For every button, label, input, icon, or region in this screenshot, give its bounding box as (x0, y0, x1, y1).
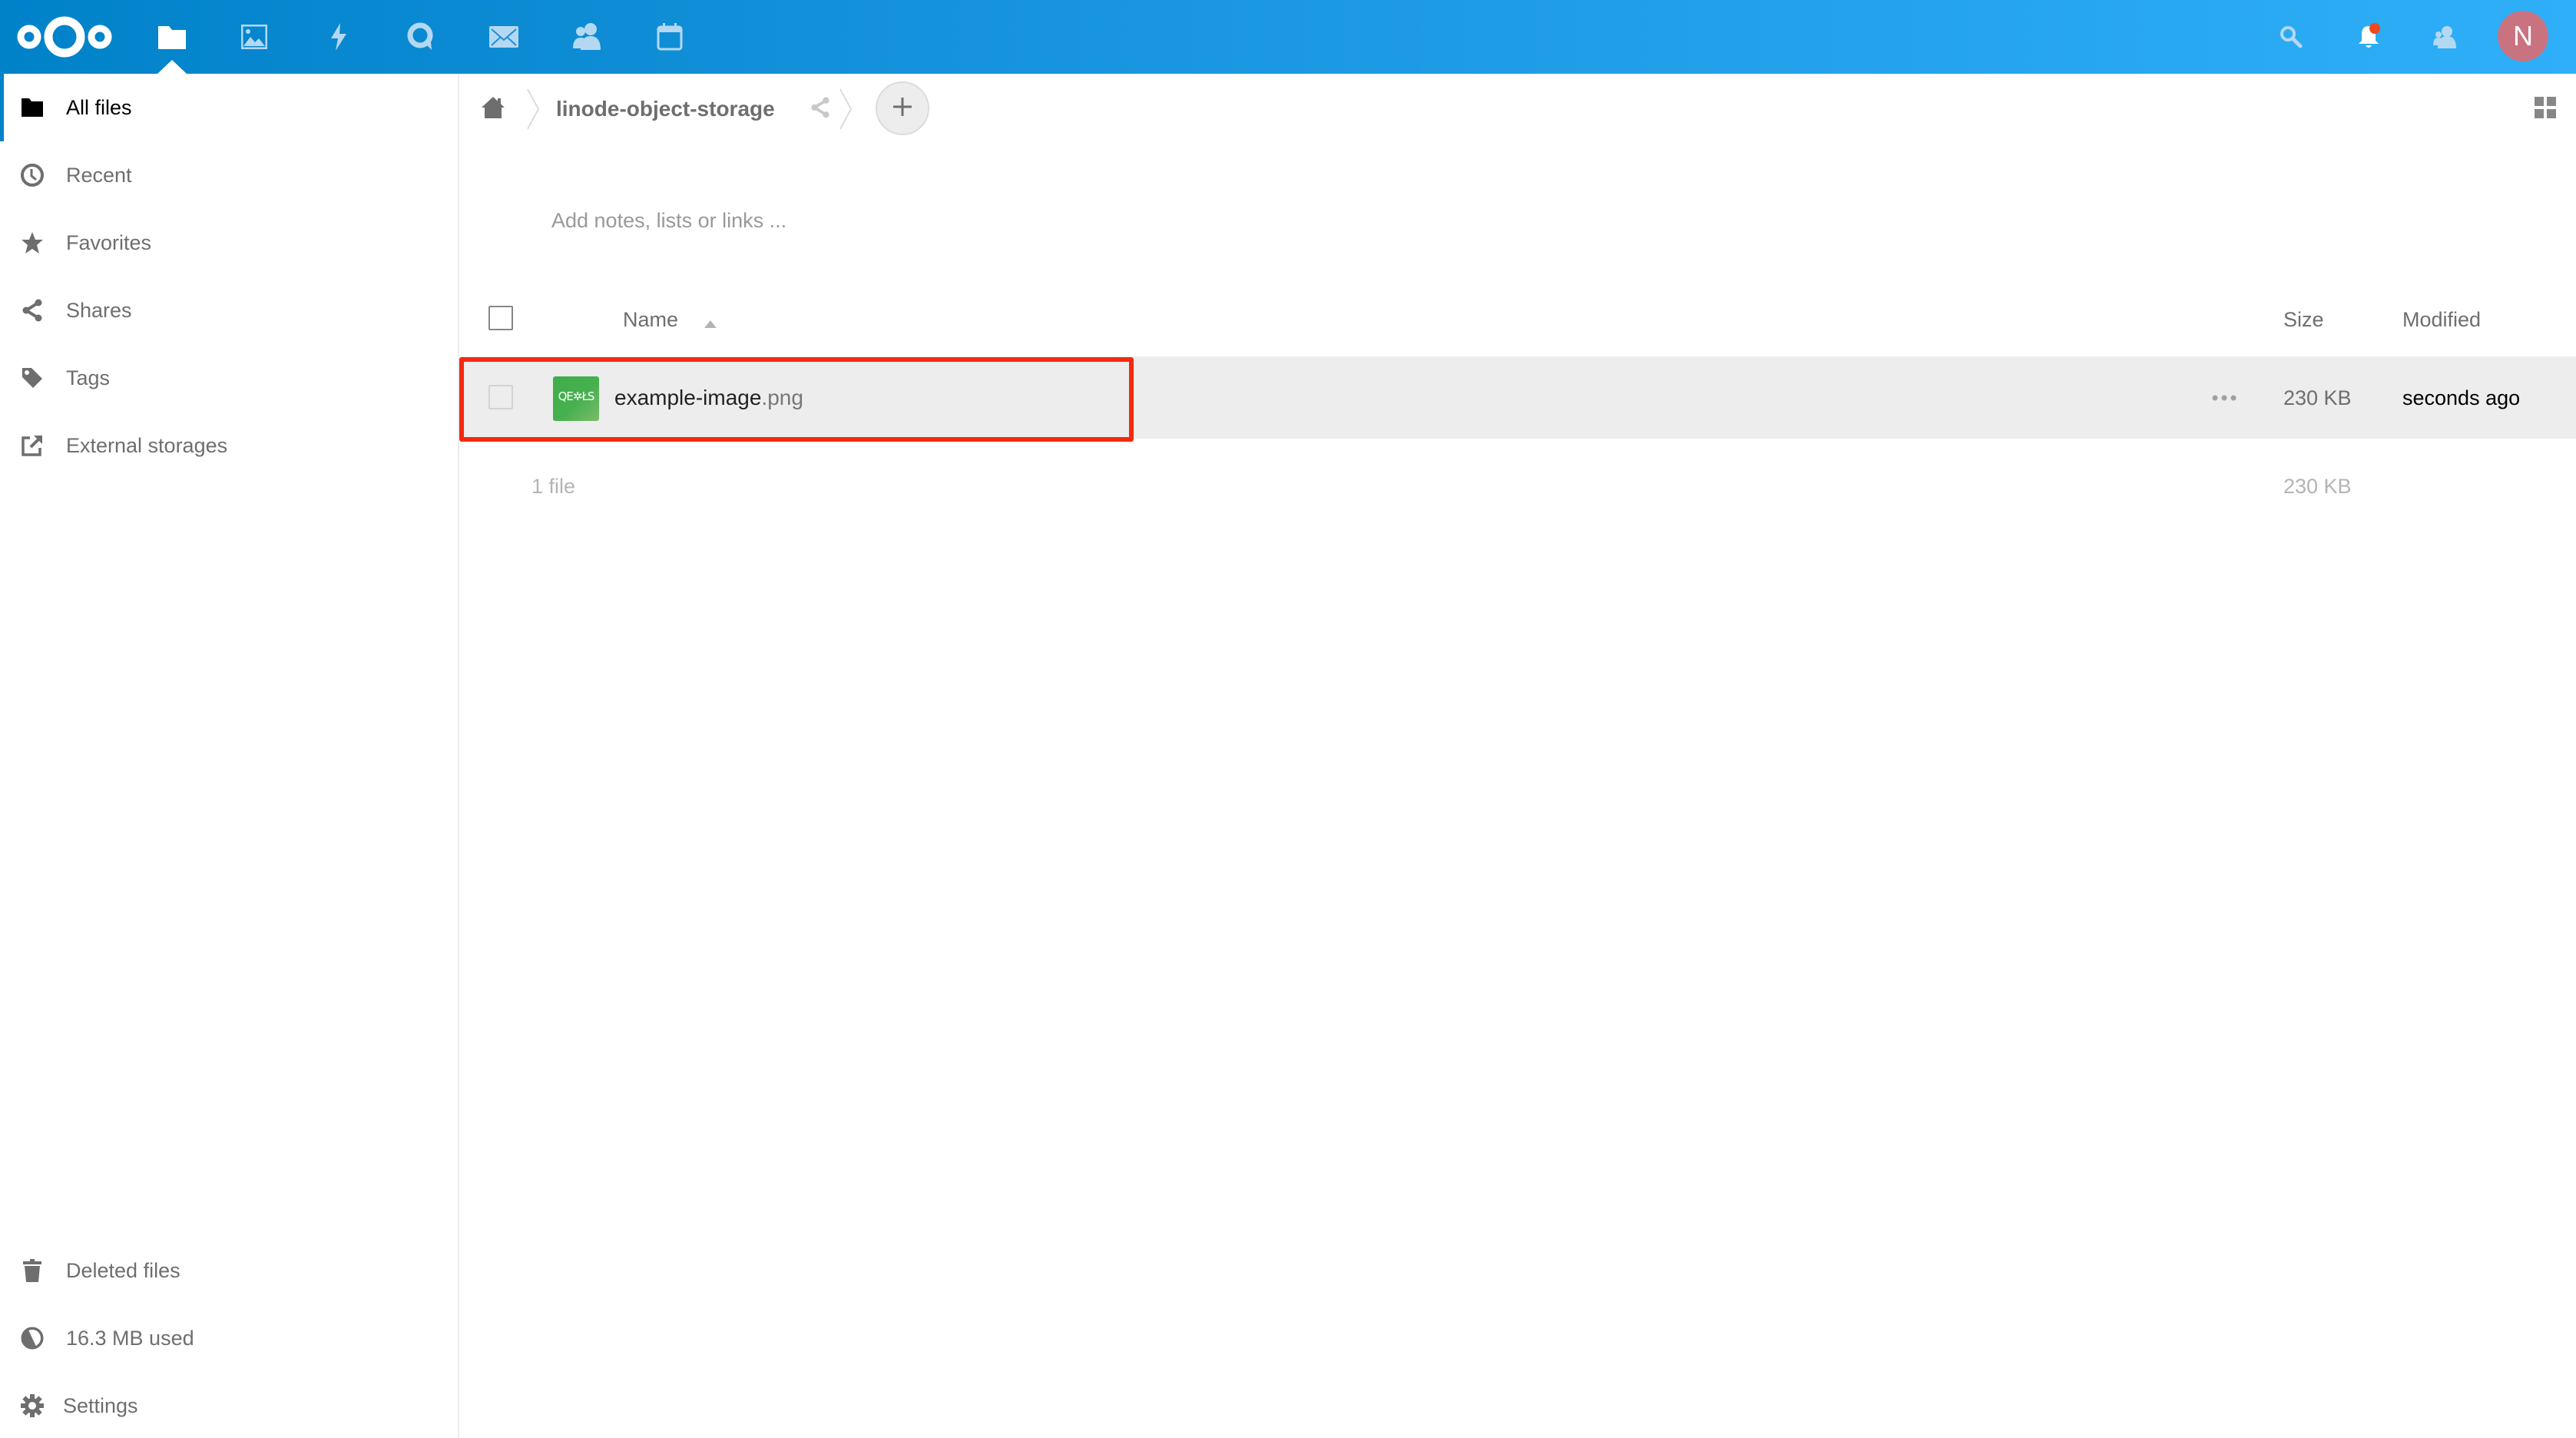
file-actions-menu[interactable] (2207, 384, 2241, 412)
sidebar-item-label: External storages (66, 433, 228, 457)
breadcrumb-share-button[interactable] (806, 95, 834, 123)
pie-chart-icon (18, 1324, 46, 1352)
app-mail[interactable] (469, 0, 538, 74)
plus-icon (892, 96, 913, 121)
grid-view-toggle[interactable] (2530, 94, 2561, 124)
sidebar-quota[interactable]: 16.3 MB used (0, 1304, 458, 1372)
main-content: linode-object-storage Add notes, lists o… (459, 74, 2576, 1438)
top-header: N (0, 0, 2576, 74)
file-name[interactable]: example-image.png (614, 384, 803, 412)
file-extension: .png (761, 386, 803, 409)
talk-icon (407, 22, 435, 51)
search-icon (2280, 25, 2303, 48)
sidebar-item-deleted-files[interactable]: Deleted files (0, 1237, 458, 1304)
sidebar-item-external-storages[interactable]: External storages (0, 412, 458, 479)
sidebar-item-all-files[interactable]: All files (0, 74, 458, 141)
file-row[interactable]: QE✲ŁS example-image.png 230 KB seconds a… (459, 356, 2576, 439)
column-header-name[interactable]: Name (623, 306, 717, 335)
breadcrumb-home[interactable] (478, 94, 508, 124)
image-icon (241, 25, 267, 49)
sidebar-item-label: All files (66, 95, 132, 119)
sidebar-item-label: Tags (66, 366, 111, 389)
star-icon (18, 229, 46, 257)
calendar-icon (657, 23, 683, 51)
contacts-icon (2433, 25, 2458, 48)
nextcloud-logo[interactable] (15, 0, 114, 74)
select-all-checkbox[interactable] (488, 306, 513, 330)
notification-badge (2369, 23, 2380, 34)
app-contacts[interactable] (552, 0, 621, 74)
sort-ascending-icon (704, 307, 717, 335)
column-name-label: Name (623, 308, 679, 331)
thumbnail-text: QE✲ŁS (558, 389, 595, 403)
total-size-summary: 230 KB (2283, 475, 2352, 498)
column-header-modified[interactable]: Modified (2402, 306, 2481, 333)
breadcrumb-separator (839, 88, 853, 130)
tag-icon (18, 364, 46, 392)
sidebar-item-label: Recent (66, 163, 132, 187)
app-activity[interactable] (304, 0, 373, 74)
file-thumbnail[interactable]: QE✲ŁS (553, 376, 599, 421)
sidebar-item-settings[interactable]: Settings (0, 1372, 458, 1438)
sidebar: All files Recent Favorites Shares Tags E… (0, 74, 459, 1438)
clock-icon (18, 161, 46, 189)
folder-icon (158, 25, 186, 49)
trash-icon (18, 1257, 46, 1284)
column-header-size[interactable]: Size (2283, 306, 2324, 333)
grid-icon (2535, 96, 2556, 122)
app-photos[interactable] (220, 0, 289, 74)
sidebar-item-recent[interactable]: Recent (0, 141, 458, 209)
folder-icon (18, 94, 46, 121)
external-link-icon (18, 432, 46, 459)
sidebar-item-shares[interactable]: Shares (0, 277, 458, 344)
more-icon (2212, 391, 2237, 405)
breadcrumb-folder[interactable]: linode-object-storage (556, 95, 775, 123)
share-icon (810, 97, 830, 122)
sidebar-item-label: Settings (63, 1393, 138, 1417)
quota-label: 16.3 MB used (66, 1326, 194, 1350)
user-avatar[interactable]: N (2498, 11, 2548, 61)
sidebar-item-tags[interactable]: Tags (0, 344, 458, 412)
app-talk[interactable] (386, 0, 455, 74)
sidebar-item-label: Favorites (66, 230, 152, 254)
new-file-button[interactable] (876, 81, 929, 135)
sidebar-item-favorites[interactable]: Favorites (0, 209, 458, 277)
home-icon (481, 96, 505, 123)
breadcrumb-separator (527, 88, 540, 130)
file-size: 230 KB (2283, 386, 2352, 409)
file-basename: example-image (614, 386, 762, 409)
search-button[interactable] (2256, 0, 2326, 74)
contacts-menu-button[interactable] (2411, 0, 2480, 74)
sidebar-item-label: Shares (66, 298, 132, 322)
contacts-icon (571, 22, 602, 51)
file-modified: seconds ago (2402, 386, 2521, 409)
active-app-indicator (157, 60, 187, 74)
mail-icon (489, 26, 518, 48)
gear-icon (18, 1392, 46, 1420)
bell-icon (2357, 23, 2380, 49)
sidebar-item-label: Deleted files (66, 1258, 180, 1282)
notifications-button[interactable] (2334, 0, 2403, 74)
file-count-summary: 1 file (531, 475, 576, 498)
lightning-icon (330, 23, 347, 51)
file-row-checkbox[interactable] (488, 385, 513, 409)
app-calendar[interactable] (635, 0, 704, 74)
rich-workspace-notes[interactable]: Add notes, lists or links ... (551, 209, 786, 233)
share-icon (18, 297, 46, 324)
